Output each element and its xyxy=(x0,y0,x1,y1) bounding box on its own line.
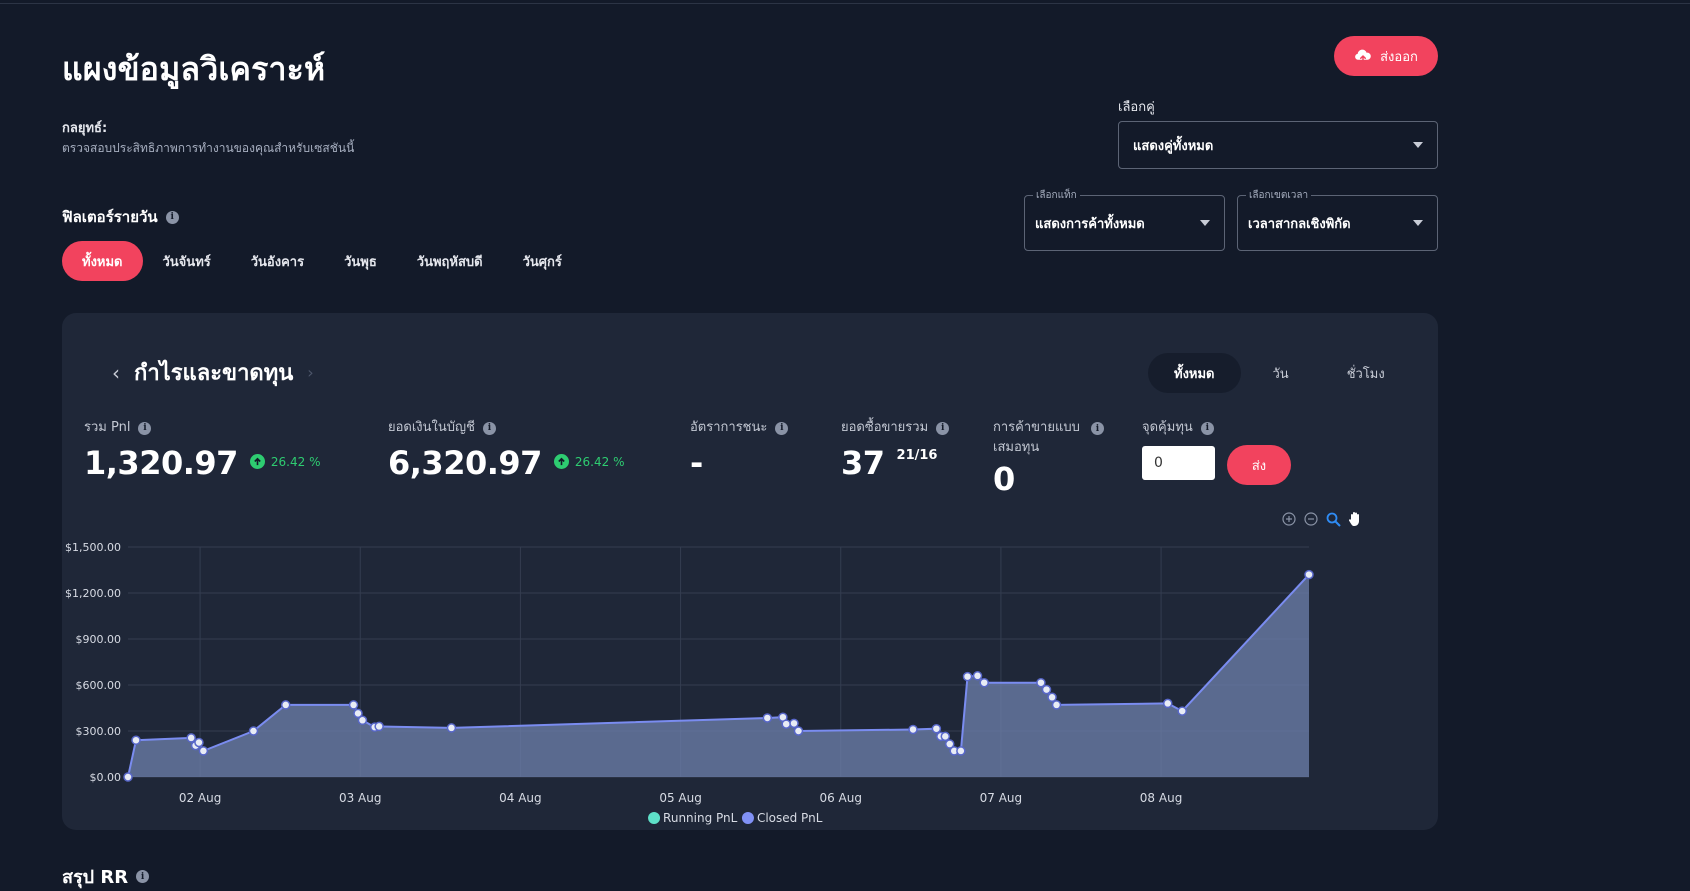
data-point xyxy=(979,677,989,688)
data-point xyxy=(1051,700,1062,710)
day-filter-tabs: ทั้งหมด วันจันทร์ วันอังคาร วันพุธ วันพฤ… xyxy=(62,241,582,281)
top-divider xyxy=(0,3,1690,4)
export-button[interactable]: ส่งออก xyxy=(1334,36,1438,76)
caret-down-icon xyxy=(1200,220,1210,226)
x-tick-label: 08 Aug xyxy=(1140,791,1183,805)
timezone-select[interactable]: เลือกเขตเวลา เวลาสากลเชิงพิกัด xyxy=(1237,188,1438,251)
y-tick-label: $0.00 xyxy=(90,771,122,784)
y-tick-label: $1,200.00 xyxy=(65,587,121,600)
data-point xyxy=(956,746,966,756)
day-tab-all[interactable]: ทั้งหมด xyxy=(62,241,143,281)
data-point xyxy=(1162,698,1173,709)
data-point xyxy=(762,713,773,723)
strategy-label: กลยุทธ์: xyxy=(62,121,108,136)
pnl-card: ‹ กำไรและขาดทุน › ทั้งหมด วัน ชั่วโมง รว… xyxy=(62,313,1438,830)
data-point xyxy=(1304,569,1314,580)
y-tick-label: $600.00 xyxy=(76,679,122,692)
export-label: ส่งออก xyxy=(1380,49,1418,65)
data-point xyxy=(123,772,133,782)
info-icon[interactable]: i xyxy=(165,210,179,224)
data-point xyxy=(348,700,359,710)
x-tick-label: 06 Aug xyxy=(819,791,862,805)
day-tab-thursday[interactable]: วันพฤหัสบดี xyxy=(397,241,503,281)
legend-marker xyxy=(741,812,754,824)
legend-marker xyxy=(648,812,661,824)
data-point xyxy=(1041,684,1052,695)
data-point xyxy=(931,723,942,734)
tag-select-legend: เลือกแท็ก xyxy=(1033,188,1080,203)
data-point xyxy=(972,671,983,681)
data-point xyxy=(908,724,918,735)
data-point xyxy=(793,726,804,736)
cloud-upload-icon xyxy=(1355,49,1371,64)
legend-label: Running PnL xyxy=(663,811,738,825)
y-tick-label: $900.00 xyxy=(76,633,122,646)
pair-select-label: เลือกคู่ xyxy=(1118,100,1155,115)
data-point xyxy=(194,737,204,748)
data-point xyxy=(198,746,209,756)
timezone-select-value: เวลาสากลเชิงพิกัด xyxy=(1248,216,1351,232)
series-area xyxy=(128,574,1309,777)
x-tick-label: 04 Aug xyxy=(499,791,542,805)
data-point xyxy=(248,726,259,736)
y-tick-label: $300.00 xyxy=(76,725,122,738)
data-point xyxy=(962,671,973,682)
data-point xyxy=(1177,706,1187,716)
data-point xyxy=(1047,692,1057,703)
data-point xyxy=(186,733,196,743)
data-point xyxy=(781,719,791,729)
legend-label: Closed PnL xyxy=(757,811,823,825)
caret-down-icon xyxy=(1413,142,1423,148)
pair-select-value: แสดงคู่ทั้งหมด xyxy=(1133,138,1214,154)
data-point xyxy=(357,715,368,726)
data-point xyxy=(446,723,457,733)
day-tab-wednesday[interactable]: วันพุธ xyxy=(324,241,397,281)
daily-filter-title-text: ฟิลเตอร์รายวัน xyxy=(62,208,158,226)
daily-filter-title: ฟิลเตอร์รายวัน i xyxy=(62,205,179,229)
y-tick-label: $1,500.00 xyxy=(65,541,121,554)
x-tick-label: 05 Aug xyxy=(659,791,702,805)
day-tab-friday[interactable]: วันศุกร์ xyxy=(503,241,582,281)
day-tab-monday[interactable]: วันจันทร์ xyxy=(143,241,231,281)
data-point xyxy=(940,731,951,742)
caret-down-icon xyxy=(1413,220,1423,226)
pair-select[interactable]: แสดงคู่ทั้งหมด xyxy=(1118,121,1438,169)
data-point xyxy=(789,718,799,729)
pnl-chart[interactable]: $0.00 $300.00 $600.00 $900.00 $1,200.00 $1,50… xyxy=(62,313,1438,830)
x-tick-label: 03 Aug xyxy=(339,791,382,805)
x-tick-label: 02 Aug xyxy=(179,791,222,805)
info-icon[interactable]: i xyxy=(136,870,150,883)
tag-select[interactable]: เลือกแท็ก แสดงการค้าทั้งหมด xyxy=(1024,188,1225,251)
data-point xyxy=(280,700,291,710)
timezone-select-legend: เลือกเขตเวลา xyxy=(1246,188,1312,203)
page-title: แผงข้อมูลวิเคราะห์ xyxy=(62,50,326,88)
rr-summary-title: สรุป RR i xyxy=(62,862,150,891)
strategy-description: ตรวจสอบประสิทธิภาพการทำงานของคุณสำหรับเซ… xyxy=(62,141,355,155)
rr-summary-title-text: สรุป RR xyxy=(62,867,129,888)
tag-select-value: แสดงการค้าทั้งหมด xyxy=(1035,216,1145,232)
data-point xyxy=(131,735,141,745)
data-point xyxy=(1036,677,1046,688)
x-tick-label: 07 Aug xyxy=(980,791,1023,805)
day-tab-tuesday[interactable]: วันอังคาร xyxy=(231,241,324,281)
data-point xyxy=(374,721,384,732)
